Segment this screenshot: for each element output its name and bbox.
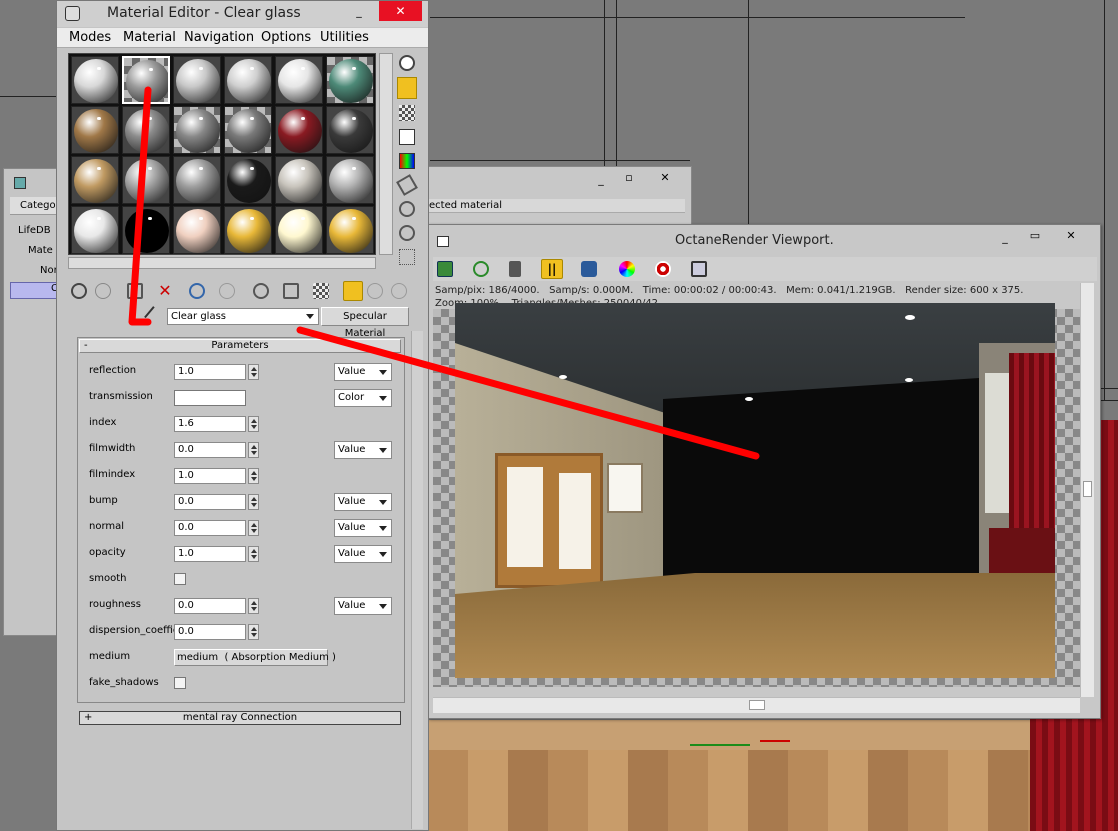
annotation-line	[296, 326, 760, 460]
annotation-overlay	[128, 86, 760, 460]
annotation-line	[128, 86, 152, 326]
